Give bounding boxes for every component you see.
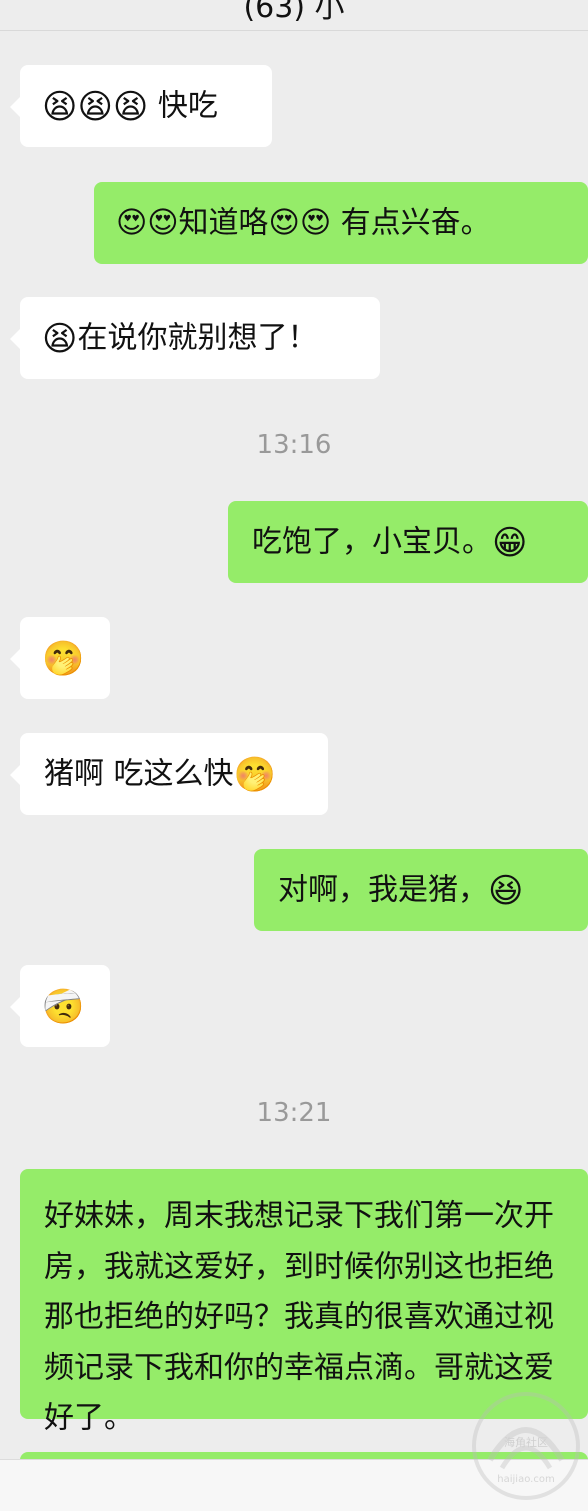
message-bubble-incoming[interactable]: 🤕 xyxy=(10,965,110,1047)
tired-face-emoji: 😫 xyxy=(42,318,78,359)
message-text: 猪啊 吃这么快 xyxy=(44,756,234,792)
message-bubble-incoming[interactable]: 🤭 xyxy=(10,617,110,699)
message-bubble-incoming[interactable]: 😫😫😫 快吃 xyxy=(10,65,272,147)
chat-screen: (63) 小 😫😫😫 快吃 😍😍知道咯😍😍 有点兴奋。 😫在说你就别想了！ 13… xyxy=(0,0,588,1511)
message-text: 有点兴奋。 xyxy=(340,205,491,241)
tired-face-emoji: 😫 xyxy=(42,86,78,127)
grinning-face-emoji: 😁 xyxy=(492,522,528,563)
message-bubble-outgoing[interactable]: 😍😍知道咯😍😍 有点兴奋。 xyxy=(94,182,588,264)
message-bubble-outgoing[interactable]: 好妹妹，周末我想记录下我们第一次开房，我就这爱好，到时候你别这也拒绝那也拒绝的好… xyxy=(20,1169,588,1436)
message-bubble-incoming[interactable]: 😫在说你就别想了！ xyxy=(10,297,380,379)
message-text: 在说你就别想了！ xyxy=(77,320,318,356)
tired-face-emoji: 😫 xyxy=(112,86,149,127)
hand-over-mouth-emoji: 🤭 xyxy=(42,638,85,679)
watermark-logo: 海角社区 haijiao.com xyxy=(472,1392,580,1500)
message-timestamp: 13:16 xyxy=(256,430,332,460)
hand-over-mouth-emoji: 🤭 xyxy=(233,754,276,795)
chat-title: (63) 小 xyxy=(243,0,345,25)
message-text: 对啊，我是猪， xyxy=(278,872,488,908)
message-timestamp: 13:21 xyxy=(256,1098,332,1128)
laughing-face-emoji: 😆 xyxy=(488,870,524,911)
message-bubble-incoming[interactable]: 猪啊 吃这么快🤭 xyxy=(10,733,328,815)
message-text: 吃饱了，小宝贝。 xyxy=(252,524,492,560)
chat-header: (63) 小 xyxy=(0,0,588,31)
message-text: 快吃 xyxy=(157,88,218,124)
message-bubble-outgoing[interactable]: 对啊，我是猪，😆 xyxy=(254,849,588,931)
message-bubble-outgoing[interactable]: 吃饱了，小宝贝。😁 xyxy=(228,501,588,583)
bandaged-face-emoji: 🤕 xyxy=(42,986,85,1027)
watermark-text: 海角社区 xyxy=(504,1435,548,1449)
watermark-domain: haijiao.com xyxy=(497,1474,554,1485)
tired-face-emoji: 😫 xyxy=(77,86,113,127)
message-text: 😍😍知道咯😍😍 xyxy=(116,205,332,241)
